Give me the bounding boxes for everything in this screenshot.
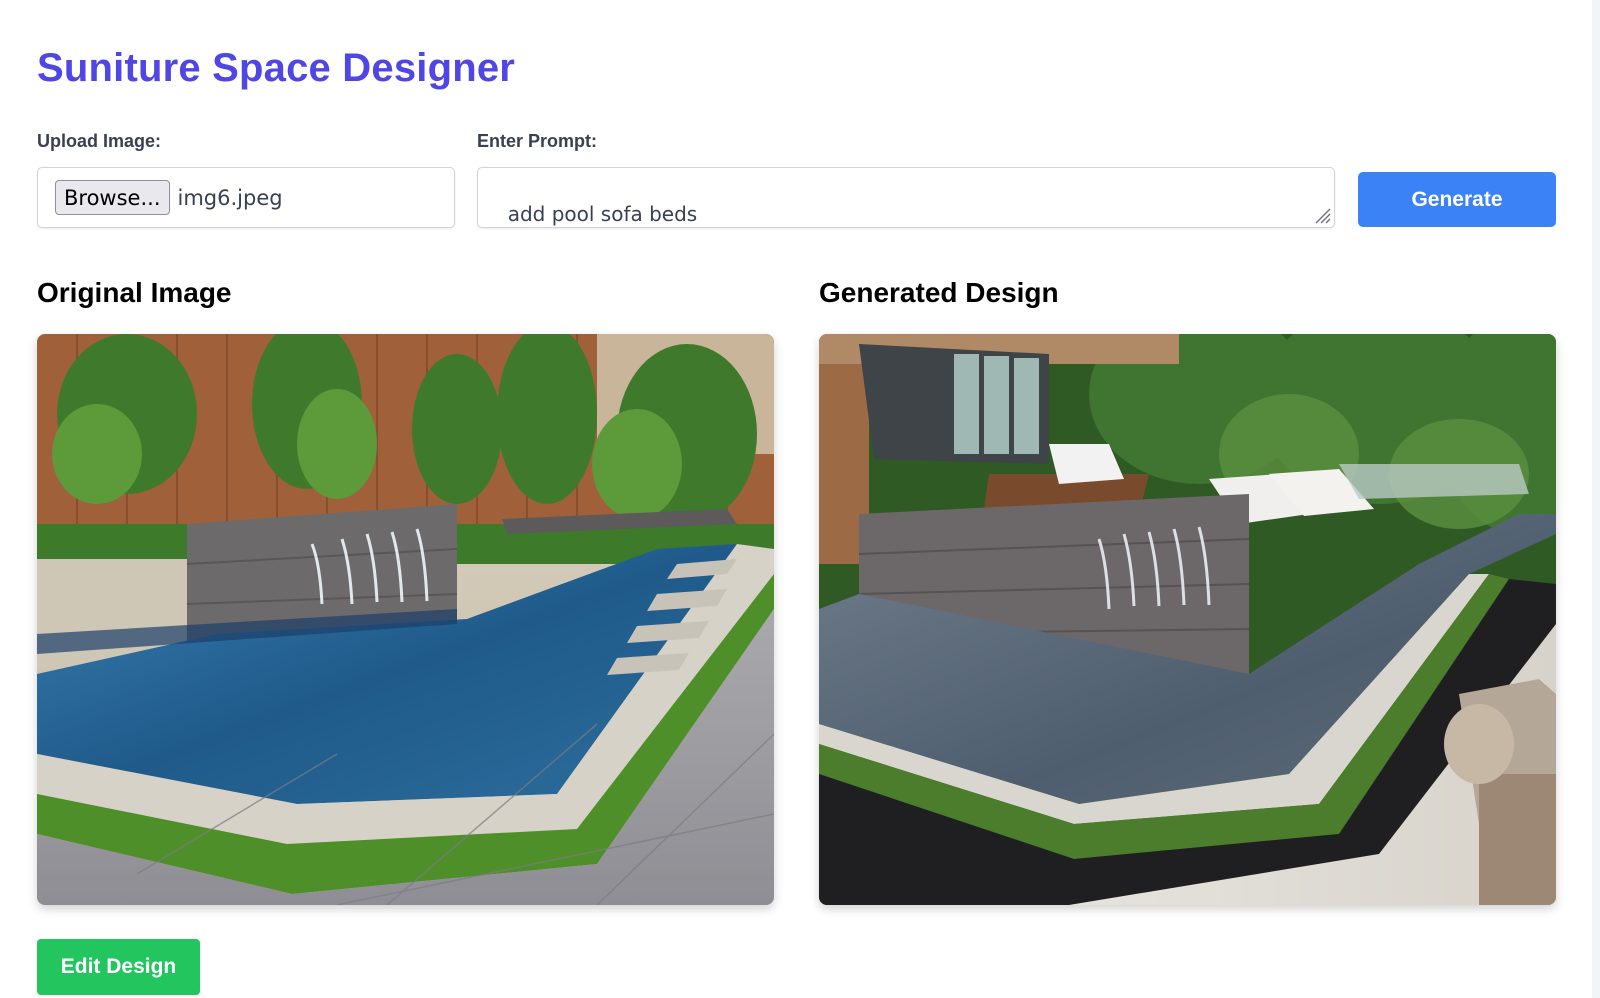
generated-design-title: Generated Design <box>819 277 1059 308</box>
original-image <box>37 334 774 905</box>
upload-image-label: Upload Image: <box>37 131 162 151</box>
browse-button[interactable]: Browse... <box>55 180 170 215</box>
page-scrollbar[interactable] <box>1592 0 1600 998</box>
selected-file-name: img6.jpeg <box>177 185 283 210</box>
generated-design-image <box>819 334 1556 905</box>
app-title: Suniture Space Designer <box>37 46 516 90</box>
file-upload-input[interactable]: Browse... img6.jpeg <box>37 167 455 228</box>
prompt-text: add pool sofa beds and stylish umbrellas <box>507 202 698 226</box>
original-image-title: Original Image <box>37 277 232 308</box>
generate-button[interactable]: Generate <box>1358 172 1556 227</box>
enter-prompt-label: Enter Prompt: <box>477 131 598 151</box>
resize-grip-icon[interactable] <box>1313 206 1331 224</box>
edit-design-button[interactable]: Edit Design <box>37 939 200 995</box>
prompt-textarea[interactable]: add pool sofa beds and stylish umbrellas <box>477 167 1335 228</box>
